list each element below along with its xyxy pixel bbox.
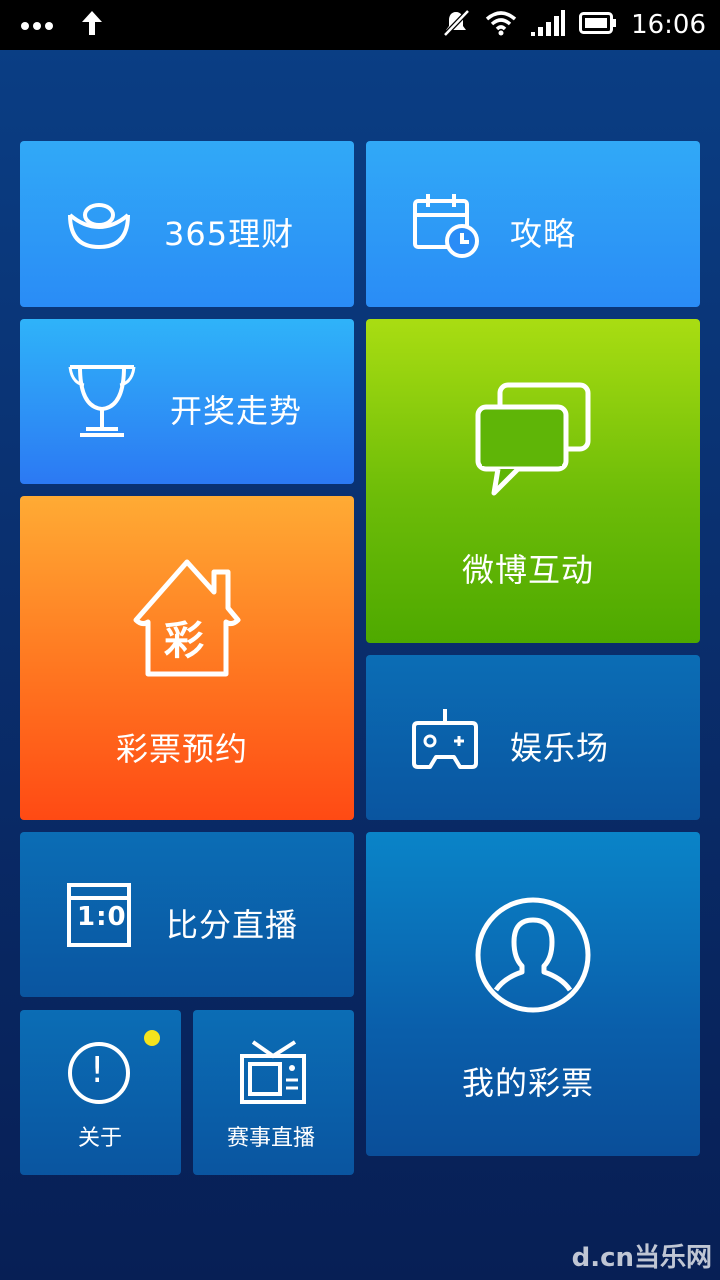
tile-label: 赛事直播 [227, 1126, 316, 1151]
trophy-icon [66, 363, 138, 443]
signal-icon [531, 10, 566, 40]
tile-label: 365理财 [164, 215, 295, 253]
tile-label: 微博互动 [462, 551, 595, 589]
tile-guanyu[interactable]: ! 关于 [20, 1010, 181, 1175]
wifi-icon [485, 10, 517, 40]
tile-label: 攻略 [510, 215, 577, 253]
tile-365-licai[interactable]: 365理财 [20, 141, 354, 307]
user-avatar-icon [474, 896, 592, 1018]
house-cai-char: 彩 [164, 618, 204, 664]
scoreboard-text: 1:0 [77, 902, 127, 932]
tile-caipiao-yuyue[interactable]: 彩 彩票预约 [20, 496, 354, 820]
tile-saishi-zhibo[interactable]: 赛事直播 [193, 1010, 354, 1175]
tile-label: 比分直播 [166, 906, 299, 944]
tile-weibo-hudong[interactable]: 微博互动 [366, 319, 700, 643]
tile-wode-caipiao[interactable]: 我的彩票 [366, 832, 700, 1156]
gamepad-icon [412, 707, 478, 773]
tile-label: 关于 [78, 1126, 123, 1151]
tile-bifen-zhibo[interactable]: 1:0 比分直播 [20, 832, 354, 997]
exclamation-char: ! [90, 1050, 105, 1091]
more-dots-icon [20, 16, 54, 35]
ingot-icon [66, 201, 132, 255]
tile-label: 我的彩票 [462, 1064, 595, 1102]
status-bar: 16:06 [0, 0, 720, 50]
clock-time: 16:06 [631, 10, 706, 40]
tile-label: 娱乐场 [510, 729, 610, 767]
tv-icon [239, 1038, 307, 1110]
tile-label: 开奖走势 [170, 392, 303, 430]
calendar-clock-icon [412, 191, 480, 263]
tile-kaijiang-zoushi[interactable]: 开奖走势 [20, 319, 354, 484]
tile-yulechang[interactable]: 娱乐场 [366, 655, 700, 820]
tile-gonglue[interactable]: 攻略 [366, 141, 700, 307]
mute-icon [441, 8, 471, 42]
upload-arrow-icon [80, 9, 104, 41]
battery-icon [579, 11, 617, 39]
notification-badge [144, 1030, 160, 1046]
tile-label: 彩票预约 [116, 730, 249, 768]
watermark-logo: d.cn当乐网 [571, 1243, 712, 1273]
chat-bubbles-icon [474, 381, 592, 503]
